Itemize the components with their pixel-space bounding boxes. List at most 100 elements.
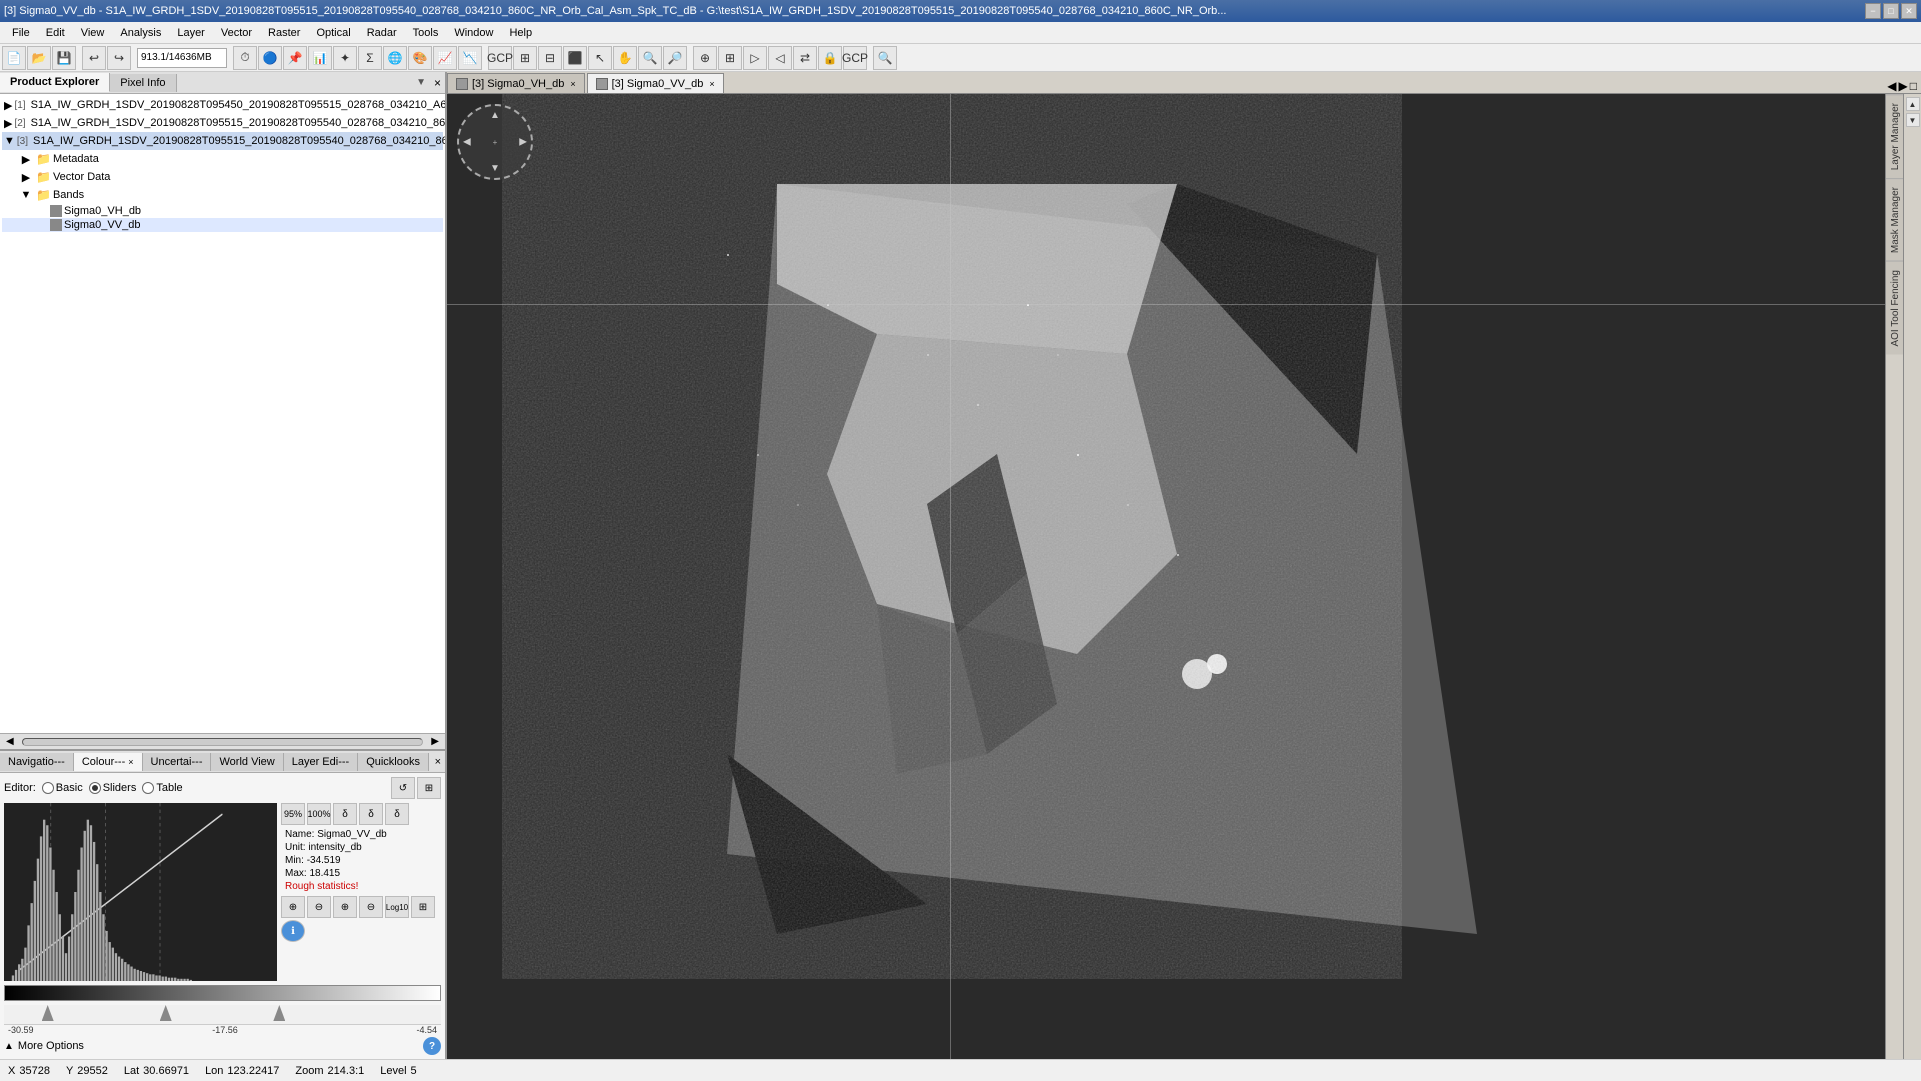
refresh-btn[interactable]: ↺: [391, 777, 415, 799]
tb-gcp[interactable]: GCP: [488, 46, 512, 70]
tree-item-p3[interactable]: ▼ [3] S1A_IW_GRDH_1SDV_20190828T095515_2…: [2, 132, 443, 150]
btn-log10[interactable]: Log10: [385, 896, 409, 918]
btn-delta3[interactable]: δ: [385, 803, 409, 825]
radio-sliders-label[interactable]: Sliders: [89, 782, 137, 794]
scroll-right-button[interactable]: ▶: [427, 736, 443, 747]
btn-zoom-in-h[interactable]: ⊕: [281, 896, 305, 918]
tb-zoom-to-fit[interactable]: ⊕: [693, 46, 717, 70]
tb-new[interactable]: 📄: [2, 46, 26, 70]
tree-item-bands[interactable]: ▼ 📁 Bands: [2, 186, 443, 204]
minimize-button[interactable]: −: [1865, 3, 1881, 19]
tb-zoomout[interactable]: 🔎: [663, 46, 687, 70]
btn-grid[interactable]: ⊞: [411, 896, 435, 918]
slider-right[interactable]: [273, 1005, 285, 1021]
btn-100pct[interactable]: 100%: [307, 803, 331, 825]
menu-tools[interactable]: Tools: [405, 25, 447, 41]
tb-linechart2[interactable]: 📉: [458, 46, 482, 70]
bottom-panel-close[interactable]: ×: [431, 756, 445, 768]
btn-delta1[interactable]: δ: [333, 803, 357, 825]
tb-gcp2[interactable]: GCP: [843, 46, 867, 70]
tb-sync[interactable]: ⇄: [793, 46, 817, 70]
tree-item-vectordata[interactable]: ▶ 📁 Vector Data: [2, 168, 443, 186]
rt-btn-2[interactable]: ▼: [1906, 113, 1920, 127]
tab-vh-db[interactable]: [3] Sigma0_VH_db ×: [447, 73, 585, 93]
tb-globe[interactable]: 🌐: [383, 46, 407, 70]
tab-vh-close[interactable]: ×: [570, 79, 575, 89]
radio-table-label[interactable]: Table: [142, 782, 182, 794]
tab-colour[interactable]: Colour---×: [74, 753, 143, 771]
menu-raster[interactable]: Raster: [260, 25, 308, 41]
tb-pan[interactable]: ✋: [613, 46, 637, 70]
radio-sliders[interactable]: [89, 782, 101, 794]
tree-item-vh[interactable]: Sigma0_VH_db: [2, 204, 443, 218]
panel-close-button[interactable]: ×: [430, 76, 445, 90]
vert-tab-layer-manager[interactable]: Layer Manager: [1886, 94, 1903, 178]
vert-tab-mask-manager[interactable]: Mask Manager: [1886, 178, 1903, 261]
tb-undo[interactable]: ↩: [82, 46, 106, 70]
tree-item-p1[interactable]: ▶ [1] S1A_IW_GRDH_1SDV_20190828T095450_2…: [2, 96, 443, 114]
panel-expand-button[interactable]: ▼: [412, 77, 430, 88]
tb-select[interactable]: ↖: [588, 46, 612, 70]
scroll-track[interactable]: [22, 738, 424, 746]
tree-item-vv[interactable]: Sigma0_VV_db: [2, 218, 443, 232]
tb-pin[interactable]: 📌: [283, 46, 307, 70]
menu-help[interactable]: Help: [501, 25, 540, 41]
tb-redo[interactable]: ↪: [107, 46, 131, 70]
tab-worldview[interactable]: World View: [211, 753, 283, 771]
scroll-left-button[interactable]: ◀: [2, 736, 18, 747]
btn-95pct[interactable]: 95%: [281, 803, 305, 825]
tree-item-metadata[interactable]: ▶ 📁 Metadata: [2, 150, 443, 168]
btn-zoom-out-v[interactable]: ⊖: [359, 896, 383, 918]
slider-middle[interactable]: [160, 1005, 172, 1021]
tb-zoom-layer[interactable]: ⊞: [718, 46, 742, 70]
close-button[interactable]: ✕: [1901, 3, 1917, 19]
menu-layer[interactable]: Layer: [169, 25, 213, 41]
tab-nav-left[interactable]: ◀: [1887, 79, 1896, 93]
btn-delta2[interactable]: δ: [359, 803, 383, 825]
maximize-button[interactable]: □: [1883, 3, 1899, 19]
tb-save[interactable]: 💾: [52, 46, 76, 70]
tab-vv-db[interactable]: [3] Sigma0_VV_db ×: [587, 73, 724, 93]
tab-layereditor[interactable]: Layer Edi---: [284, 753, 358, 771]
radio-basic[interactable]: [42, 782, 54, 794]
tb-linechart[interactable]: 📈: [433, 46, 457, 70]
tab-uncertainty[interactable]: Uncertai---: [143, 753, 212, 771]
tb-classify[interactable]: ⊟: [538, 46, 562, 70]
coord-input[interactable]: [137, 48, 227, 68]
tb-next[interactable]: ▷: [743, 46, 767, 70]
tab-pixel-info[interactable]: Pixel Info: [110, 74, 176, 92]
tb-open[interactable]: 📂: [27, 46, 51, 70]
tb-sigma[interactable]: Σ: [358, 46, 382, 70]
tb-layers[interactable]: ⊞: [513, 46, 537, 70]
tb-spectrum[interactable]: 🔵: [258, 46, 282, 70]
tab-quicklooks[interactable]: Quicklooks: [358, 753, 429, 771]
menu-radar[interactable]: Radar: [359, 25, 405, 41]
tab-product-explorer[interactable]: Product Explorer: [0, 73, 110, 92]
tree-item-p2[interactable]: ▶ [2] S1A_IW_GRDH_1SDV_20190828T095515_2…: [2, 114, 443, 132]
menu-analysis[interactable]: Analysis: [112, 25, 169, 41]
menu-edit[interactable]: Edit: [38, 25, 73, 41]
vert-tab-aoi-tool[interactable]: AOI Tool Fencing: [1886, 261, 1903, 355]
btn-zoom-out-h[interactable]: ⊖: [307, 896, 331, 918]
tab-vv-close[interactable]: ×: [709, 79, 714, 89]
tb-search[interactable]: 🔍: [873, 46, 897, 70]
rt-btn-1[interactable]: ▲: [1906, 97, 1920, 111]
tb-color[interactable]: 🎨: [408, 46, 432, 70]
tb-mask[interactable]: ⬛: [563, 46, 587, 70]
tb-zoomin[interactable]: 🔍: [638, 46, 662, 70]
tb-prev[interactable]: ◁: [768, 46, 792, 70]
radio-table[interactable]: [142, 782, 154, 794]
tab-nav-right[interactable]: ▶: [1899, 79, 1908, 93]
tb-chart[interactable]: 📊: [308, 46, 332, 70]
menu-window[interactable]: Window: [446, 25, 501, 41]
tab-navigation[interactable]: Navigatio---: [0, 753, 74, 771]
radio-basic-label[interactable]: Basic: [42, 782, 83, 794]
import-btn[interactable]: ⊞: [417, 777, 441, 799]
menu-file[interactable]: File: [4, 25, 38, 41]
tb-lock[interactable]: 🔒: [818, 46, 842, 70]
help-button[interactable]: ?: [423, 1037, 441, 1055]
menu-vector[interactable]: Vector: [213, 25, 260, 41]
tab-nav-maximize[interactable]: □: [1910, 79, 1917, 93]
slider-left[interactable]: [42, 1005, 54, 1021]
menu-optical[interactable]: Optical: [308, 25, 358, 41]
